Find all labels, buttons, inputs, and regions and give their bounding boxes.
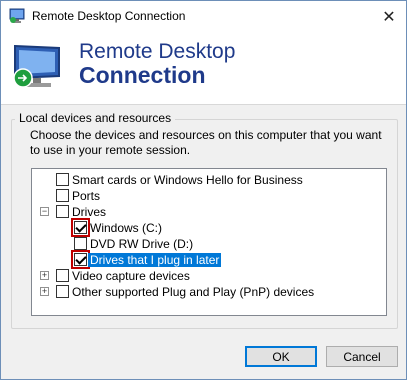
group-label: Local devices and resources: [15, 111, 176, 125]
remote-desktop-icon: [9, 8, 25, 23]
tree-item-label: Video capture devices: [72, 269, 190, 283]
close-icon: ✕: [382, 8, 396, 26]
tree-item-video-capture[interactable]: + Video capture devices: [32, 268, 384, 284]
collapse-icon[interactable]: −: [40, 207, 49, 216]
tree-item-dvd-drive[interactable]: DVD RW Drive (D:): [32, 236, 384, 252]
tree-item-label: DVD RW Drive (D:): [90, 237, 194, 251]
banner-title-line2: Connection: [79, 62, 206, 88]
cancel-button[interactable]: Cancel: [326, 346, 398, 367]
checkbox-dvd-drive[interactable]: [74, 237, 87, 250]
tree-item-label: Drives: [72, 205, 107, 219]
device-tree[interactable]: Smart cards or Windows Hello for Busines…: [31, 168, 387, 316]
tree-item-label: Other supported Plug and Play (PnP) devi…: [72, 285, 315, 299]
expand-icon[interactable]: +: [40, 287, 49, 296]
title-bar[interactable]: Remote Desktop Connection ✕: [1, 1, 406, 32]
checkbox-drives-plug-later[interactable]: [71, 250, 90, 269]
monitor-icon: [13, 44, 60, 88]
tree-item-drives[interactable]: − Drives: [32, 204, 384, 220]
expand-icon[interactable]: +: [40, 271, 49, 280]
tree-item-label-selected: Drives that I plug in later: [88, 253, 222, 267]
checkbox-windows-c[interactable]: [71, 218, 90, 237]
window-title: Remote Desktop Connection: [32, 9, 186, 23]
tree-item-smart-cards[interactable]: Smart cards or Windows Hello for Busines…: [32, 172, 384, 188]
group-description: Choose the devices and resources on this…: [30, 128, 382, 157]
tree-item-drives-plug-later[interactable]: Drives that I plug in later: [32, 250, 384, 269]
header-banner: Remote Desktop Connection: [1, 32, 406, 105]
tree-item-label: Ports: [72, 189, 101, 203]
checkbox-pnp-devices[interactable]: [56, 285, 69, 298]
banner-title-line1: Remote Desktop: [79, 40, 236, 63]
tree-item-label: Windows (C:): [90, 221, 163, 235]
checkbox-smart-cards[interactable]: [56, 173, 69, 186]
ok-button[interactable]: OK: [245, 346, 317, 367]
dialog-window: Remote Desktop Connection ✕ Remote Deskt…: [0, 0, 407, 380]
tree-item-pnp-devices[interactable]: + Other supported Plug and Play (PnP) de…: [32, 284, 384, 300]
tree-item-windows-c[interactable]: Windows (C:): [32, 218, 384, 237]
checkbox-drives[interactable]: [56, 205, 69, 218]
close-button[interactable]: ✕: [372, 1, 406, 32]
checkbox-video-capture[interactable]: [56, 269, 69, 282]
tree-item-label: Smart cards or Windows Hello for Busines…: [72, 173, 303, 187]
checkbox-ports[interactable]: [56, 189, 69, 202]
tree-item-ports[interactable]: Ports: [32, 188, 384, 204]
